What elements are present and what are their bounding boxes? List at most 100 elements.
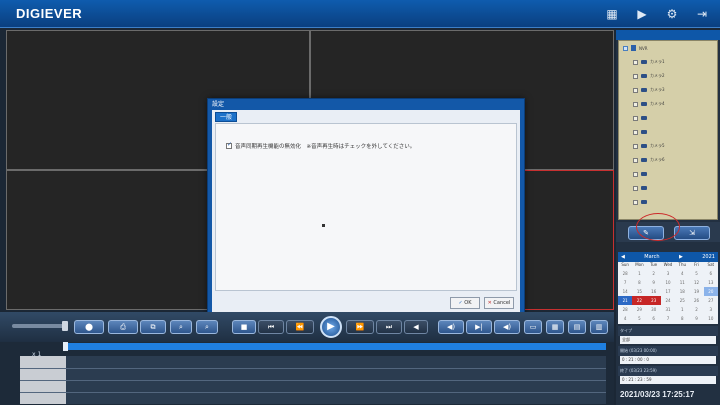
layout-9-button[interactable]: ▤ <box>568 320 586 334</box>
start-time-input[interactable]: 0 : 21 : 00 : 0 <box>620 356 716 364</box>
play-button[interactable]: ▶ <box>320 316 342 338</box>
calendar-day[interactable]: 4 <box>618 314 632 323</box>
camera-checkbox[interactable] <box>633 143 638 149</box>
timeline-range[interactable] <box>66 343 606 350</box>
calendar-day-selected[interactable]: 23 <box>646 296 661 305</box>
calendar-day[interactable]: 27 <box>704 296 718 305</box>
calendar-day[interactable]: 1 <box>675 305 689 314</box>
camera-checkbox[interactable] <box>633 87 638 93</box>
audio-button[interactable]: ◀) <box>438 320 464 334</box>
calendar-day[interactable]: 15 <box>632 287 646 296</box>
calendar-day[interactable]: 2 <box>647 269 661 278</box>
prev-month-icon[interactable]: ◀ <box>621 252 625 262</box>
calendar-day[interactable]: 13 <box>704 278 718 287</box>
calendar-day[interactable]: 31 <box>661 305 675 314</box>
next-month-icon[interactable]: ▶ <box>679 252 683 262</box>
camera-checkbox[interactable] <box>633 171 638 177</box>
tree-camera-row[interactable] <box>619 111 717 125</box>
calendar-day[interactable]: 24 <box>661 296 675 305</box>
camera-checkbox[interactable] <box>633 101 638 107</box>
calendar-day[interactable]: 18 <box>675 287 689 296</box>
calendar-day[interactable]: 9 <box>647 278 661 287</box>
play-icon[interactable]: ▶ <box>634 6 650 22</box>
calendar-day[interactable]: 2 <box>689 305 703 314</box>
camera-checkbox[interactable] <box>633 115 638 121</box>
calendar-day[interactable]: 28 <box>618 269 632 278</box>
step-back-button[interactable]: ◀ <box>404 320 428 334</box>
calendar-day[interactable]: 25 <box>675 296 689 305</box>
end-time-input[interactable]: 0 : 21 : 23 : 59 <box>620 376 716 384</box>
tree-camera-row[interactable] <box>619 125 717 139</box>
camera-checkbox[interactable] <box>633 199 638 205</box>
calendar-day[interactable]: 29 <box>632 305 646 314</box>
tree-root-checkbox[interactable] <box>623 45 628 51</box>
calendar-day[interactable]: 10 <box>704 314 718 323</box>
audio-sync-checkbox[interactable] <box>226 141 232 149</box>
calendar-day[interactable]: 4 <box>675 269 689 278</box>
settings-icon[interactable]: ⚙ <box>664 6 680 22</box>
tree-camera-row[interactable] <box>619 195 717 209</box>
camera-checkbox[interactable] <box>633 73 638 79</box>
calendar-day[interactable]: 6 <box>647 314 661 323</box>
tree-root[interactable]: NVR <box>619 41 717 55</box>
calendar-day[interactable]: 3 <box>704 305 718 314</box>
calendar-day[interactable]: 5 <box>632 314 646 323</box>
calendar-day[interactable]: 11 <box>675 278 689 287</box>
tree-camera-row[interactable] <box>619 167 717 181</box>
camera-checkbox[interactable] <box>633 157 638 163</box>
calendar-day[interactable]: 26 <box>689 296 703 305</box>
logout-icon[interactable]: ⇥ <box>694 6 710 22</box>
calendar-day[interactable]: 7 <box>661 314 675 323</box>
calendar-day[interactable]: 6 <box>704 269 718 278</box>
export-button[interactable]: ⎙ <box>108 320 138 334</box>
tree-camera-row[interactable] <box>619 181 717 195</box>
calendar-day[interactable]: 5 <box>689 269 703 278</box>
calendar-day[interactable]: 10 <box>661 278 675 287</box>
forward-button[interactable]: ⏩ <box>346 320 374 334</box>
camera-checkbox[interactable] <box>633 185 638 191</box>
snapshot-button[interactable]: ⬤ <box>74 320 104 334</box>
tree-camera-row[interactable]: カメラ1 <box>619 55 717 69</box>
backup-button[interactable]: ⧉ <box>140 320 166 334</box>
layout-16-button[interactable]: ▥ <box>590 320 608 334</box>
calendar-day-recorded[interactable]: 22 <box>632 296 647 305</box>
zoom-out-button[interactable]: ⌕ <box>196 320 218 334</box>
calendar-day-recorded[interactable]: 21 <box>618 296 633 305</box>
calendar-day[interactable]: 19 <box>689 287 703 296</box>
rewind-button[interactable]: ⏪ <box>286 320 314 334</box>
next-frame-button[interactable]: ⏭ <box>376 320 402 334</box>
audio-sync-option[interactable]: 音声同期再生機能の無効化 ※音声再生時はチェックを外してください。 <box>226 141 415 150</box>
calendar-day[interactable]: 3 <box>661 269 675 278</box>
calendar-day[interactable]: 1 <box>632 269 646 278</box>
calendar-day-recorded[interactable]: 20 <box>703 287 718 296</box>
stop-button[interactable]: ■ <box>232 320 256 334</box>
tree-camera-row[interactable]: カメラ4 <box>619 97 717 111</box>
volume-slider[interactable] <box>12 321 68 331</box>
camera-checkbox[interactable] <box>633 129 638 135</box>
calendar-day[interactable]: 28 <box>618 305 632 314</box>
layout-1-button[interactable]: ▭ <box>524 320 542 334</box>
calendar-day[interactable]: 17 <box>661 287 675 296</box>
tab-general[interactable]: 一般 <box>215 112 238 122</box>
calendar-day[interactable]: 16 <box>647 287 661 296</box>
grid-icon[interactable]: ▦ <box>604 6 620 22</box>
layout-4-button[interactable]: ▦ <box>546 320 564 334</box>
calendar-day[interactable]: 8 <box>675 314 689 323</box>
calendar-day[interactable]: 8 <box>632 278 646 287</box>
prev-frame-button[interactable]: ⏮ <box>258 320 284 334</box>
sync-button[interactable]: ▶| <box>466 320 492 334</box>
tree-camera-row[interactable]: カメラ2 <box>619 69 717 83</box>
tree-camera-row[interactable]: カメラ6 <box>619 153 717 167</box>
calendar-day[interactable]: 12 <box>689 278 703 287</box>
speed-button[interactable]: ◀) <box>494 320 520 334</box>
camera-checkbox[interactable] <box>633 59 638 65</box>
timeline-tracks[interactable] <box>20 356 606 404</box>
tree-camera-row[interactable]: カメラ3 <box>619 83 717 97</box>
calendar-day[interactable]: 30 <box>647 305 661 314</box>
ok-button[interactable]: ✓ OK <box>450 297 480 309</box>
type-select[interactable]: 全部 <box>620 336 716 344</box>
calendar-day[interactable]: 9 <box>689 314 703 323</box>
tree-camera-row[interactable]: カメラ5 <box>619 139 717 153</box>
zoom-in-button[interactable]: ⌕ <box>170 320 192 334</box>
calendar-day[interactable]: 7 <box>618 278 632 287</box>
